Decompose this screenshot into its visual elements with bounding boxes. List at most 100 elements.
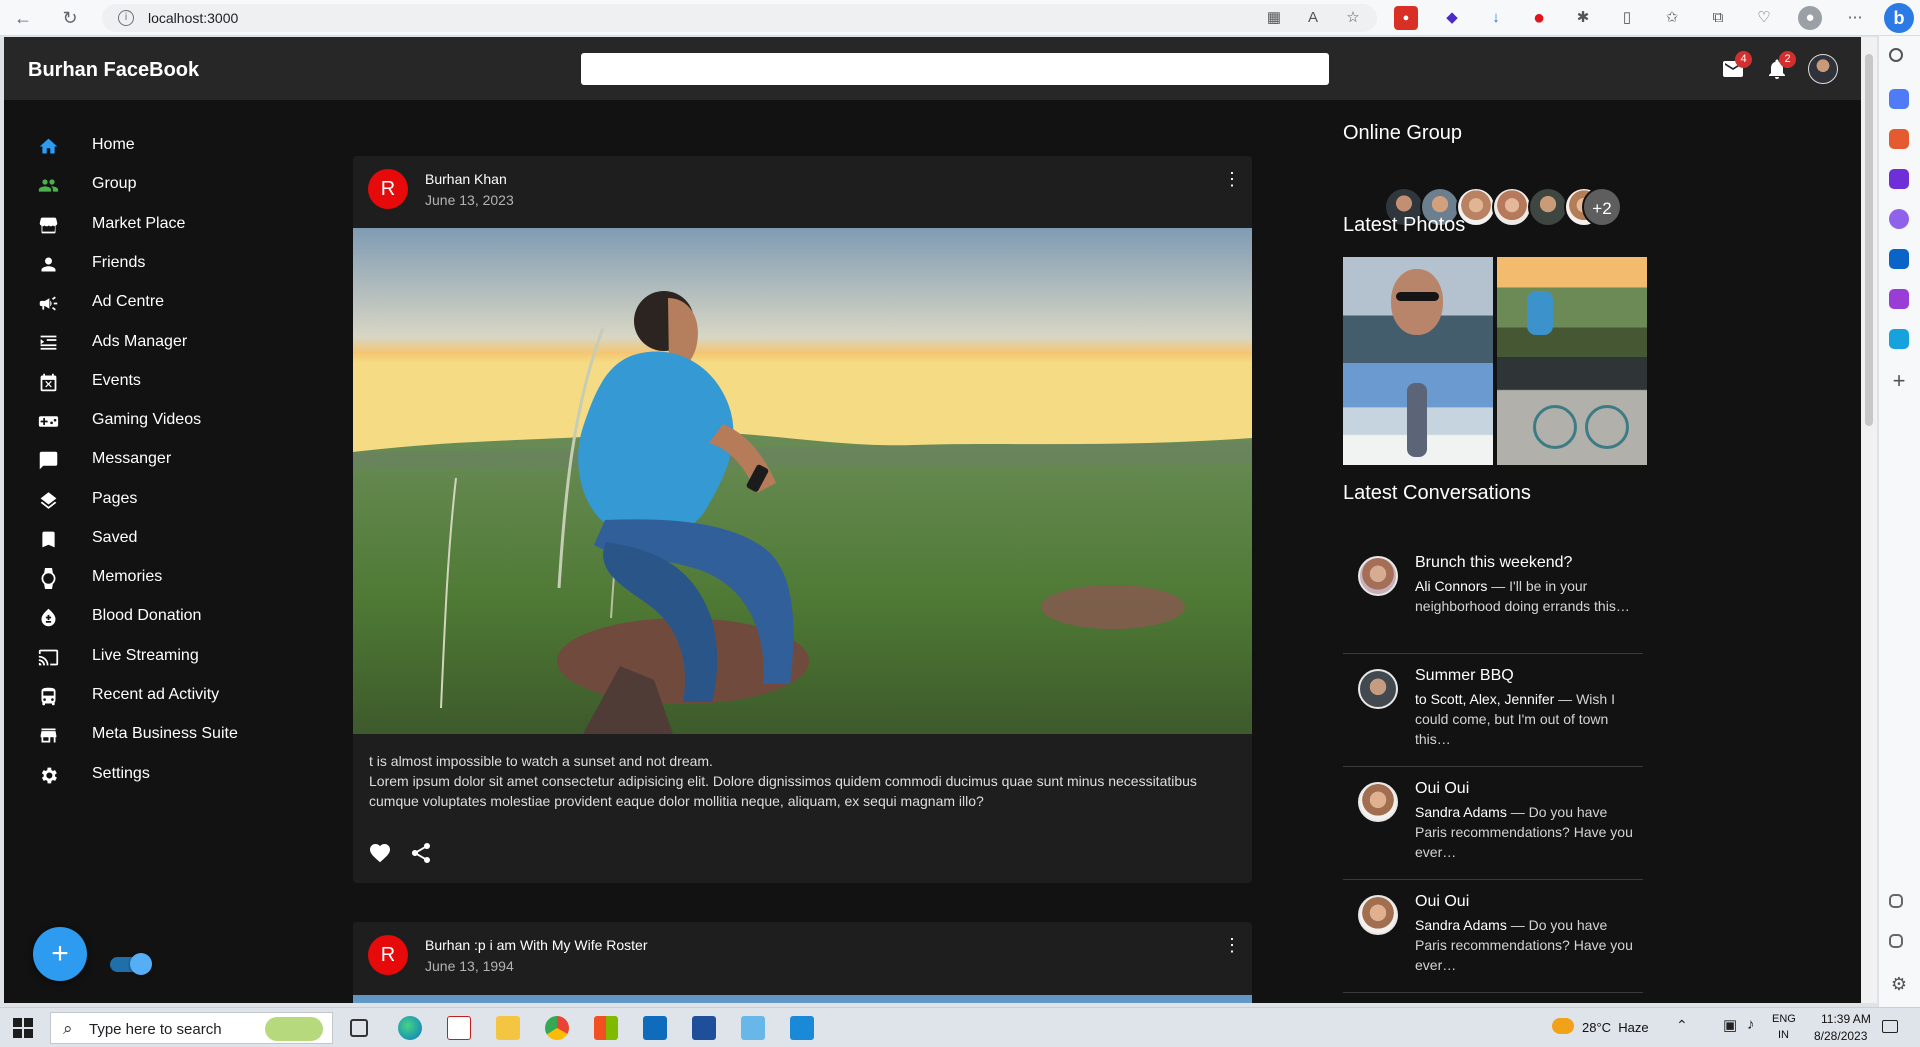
- download-icon[interactable]: ↓: [1484, 6, 1508, 30]
- read-aloud-icon[interactable]: A: [1301, 6, 1325, 30]
- task-view-icon[interactable]: [350, 1019, 368, 1037]
- drop-icon[interactable]: [1889, 289, 1909, 309]
- post-photo[interactable]: [353, 995, 1252, 1003]
- bing-copilot-button[interactable]: b: [1884, 3, 1914, 33]
- system-tray-chevron-icon[interactable]: ⌃: [1676, 1017, 1688, 1034]
- user-avatar[interactable]: [1808, 54, 1838, 84]
- create-post-button[interactable]: +: [33, 927, 87, 981]
- extension-red-icon[interactable]: ●: [1394, 6, 1418, 30]
- conversation-item[interactable]: Summer BBQ to Scott, Alex, Jennifer — Wi…: [1343, 655, 1643, 767]
- brand-title[interactable]: Burhan FaceBook: [28, 59, 199, 82]
- sidebar-item-memories[interactable]: Memories: [38, 560, 318, 596]
- mail-button[interactable]: 4: [1721, 51, 1752, 81]
- favorites-icon[interactable]: ✩: [1660, 6, 1684, 30]
- language-bottom[interactable]: IN: [1778, 1029, 1789, 1041]
- taskbar-search[interactable]: ⌕ Type here to search: [50, 1012, 333, 1044]
- send-icon[interactable]: [1889, 329, 1909, 349]
- tools-icon[interactable]: [1889, 129, 1909, 149]
- post-author-avatar[interactable]: R: [368, 169, 408, 209]
- post-author-name[interactable]: Burhan :p i am With My Wife Roster: [425, 937, 648, 953]
- volume-icon[interactable]: ♪: [1747, 1016, 1755, 1033]
- clock-date[interactable]: 8/28/2023: [1814, 1029, 1867, 1043]
- address-bar[interactable]: [102, 4, 1377, 32]
- favorite-star-icon[interactable]: ☆: [1341, 6, 1365, 30]
- sidebar-toggle-icon[interactable]: [1889, 894, 1903, 908]
- sidebar-item-home[interactable]: Home: [38, 128, 318, 164]
- conversation-item[interactable]: Oui Oui Sandra Adams — Do you have Paris…: [1343, 768, 1643, 880]
- latest-photo[interactable]: [1343, 363, 1493, 465]
- file-explorer-app-icon[interactable]: [496, 1016, 520, 1040]
- vscode-app-icon[interactable]: [790, 1016, 814, 1040]
- site-info-icon[interactable]: i: [118, 10, 134, 26]
- store-app-icon[interactable]: [594, 1016, 618, 1040]
- microsoft365-icon[interactable]: [1889, 209, 1909, 229]
- search-icon[interactable]: [1889, 48, 1903, 62]
- external-link-icon[interactable]: [1889, 934, 1903, 948]
- more-online-count[interactable]: +2: [1582, 187, 1622, 227]
- chrome-app-icon[interactable]: [545, 1016, 569, 1040]
- notifications-icon[interactable]: [1882, 1020, 1898, 1033]
- shopping-icon[interactable]: [1889, 89, 1909, 109]
- sidebar-item-messanger[interactable]: Messanger: [38, 442, 318, 478]
- games-icon[interactable]: [1889, 169, 1909, 189]
- sidebar-item-group[interactable]: Group: [38, 167, 318, 203]
- profile-icon[interactable]: ●: [1798, 6, 1822, 30]
- sidebar-item-blood-donation[interactable]: Blood Donation: [38, 599, 318, 635]
- latest-photo[interactable]: [1497, 357, 1647, 465]
- more-options-icon[interactable]: ⋯: [1843, 6, 1867, 30]
- latest-photo[interactable]: [1343, 257, 1493, 363]
- sidebar-item-events[interactable]: Events: [38, 364, 318, 400]
- dark-mode-toggle[interactable]: [110, 953, 152, 975]
- sidebar-item-pages[interactable]: Pages: [38, 482, 318, 518]
- search-input[interactable]: [581, 53, 1329, 85]
- performance-icon[interactable]: ♡: [1752, 6, 1776, 30]
- share-button[interactable]: [409, 841, 433, 865]
- scrollbar-thumb[interactable]: [1865, 54, 1873, 426]
- page-scrollbar[interactable]: [1861, 37, 1877, 1003]
- like-button[interactable]: [368, 841, 392, 865]
- extensions-icon[interactable]: ✱: [1571, 6, 1595, 30]
- outlook-icon[interactable]: [1889, 249, 1909, 269]
- clock-time[interactable]: 11:39 AM: [1821, 1012, 1871, 1026]
- weather-status[interactable]: 28°C Haze: [1582, 1020, 1649, 1035]
- opera-icon[interactable]: ●: [1527, 6, 1551, 30]
- sidebar-item-settings[interactable]: Settings: [38, 757, 318, 793]
- extension-shapes-icon[interactable]: ◆: [1440, 6, 1464, 30]
- more-options-button[interactable]: ⋮: [1223, 170, 1241, 199]
- sidebar-item-ad-centre[interactable]: Ad Centre: [38, 285, 318, 321]
- edge-app-icon[interactable]: [398, 1016, 422, 1040]
- notifications-button[interactable]: 2: [1765, 51, 1796, 81]
- powershell-app-icon[interactable]: [692, 1016, 716, 1040]
- more-options-button[interactable]: ⋮: [1223, 936, 1241, 965]
- sidebar-item-ads-manager[interactable]: Ads Manager: [38, 325, 318, 361]
- conversation-item[interactable]: Brunch this weekend? Ali Connors — I'll …: [1343, 542, 1643, 654]
- language-top[interactable]: ENG: [1772, 1013, 1796, 1025]
- collections-icon[interactable]: ⧉: [1706, 6, 1730, 30]
- heart-icon: [370, 844, 390, 863]
- mail-app-icon[interactable]: [643, 1016, 667, 1040]
- online-friend-avatar[interactable]: [1492, 187, 1532, 227]
- sidebar-item-market-place[interactable]: Market Place: [38, 207, 318, 243]
- back-button[interactable]: ←: [12, 7, 34, 29]
- sidebar-item-friends[interactable]: Friends: [38, 246, 318, 282]
- sidebar-item-recent-ad-activity[interactable]: Recent ad Activity: [38, 678, 318, 714]
- network-icon[interactable]: ▣: [1723, 1016, 1737, 1034]
- post-author-avatar[interactable]: R: [368, 935, 408, 975]
- visual-studio-app-icon[interactable]: [447, 1016, 471, 1040]
- settings-icon[interactable]: ⚙: [1889, 974, 1909, 994]
- sidebar-item-live-streaming[interactable]: Live Streaming: [38, 639, 318, 675]
- apps-icon[interactable]: ▦: [1262, 6, 1286, 30]
- sidebar-item-gaming-videos[interactable]: Gaming Videos: [38, 403, 318, 439]
- sidebar-item-saved[interactable]: Saved: [38, 521, 318, 557]
- notepad-app-icon[interactable]: [741, 1016, 765, 1040]
- sidebar-item-meta-business-suite[interactable]: Meta Business Suite: [38, 717, 318, 753]
- reload-button[interactable]: ↻: [59, 7, 81, 29]
- conversation-item[interactable]: Oui Oui Sandra Adams — Do you have Paris…: [1343, 881, 1643, 993]
- add-icon[interactable]: +: [1889, 370, 1909, 392]
- post-author-name[interactable]: Burhan Khan: [425, 171, 507, 187]
- online-friend-avatar[interactable]: [1528, 187, 1568, 227]
- latest-photo[interactable]: [1497, 257, 1647, 357]
- start-button[interactable]: [13, 1018, 33, 1038]
- post-photo[interactable]: [353, 228, 1252, 734]
- split-screen-icon[interactable]: ▯: [1615, 6, 1639, 30]
